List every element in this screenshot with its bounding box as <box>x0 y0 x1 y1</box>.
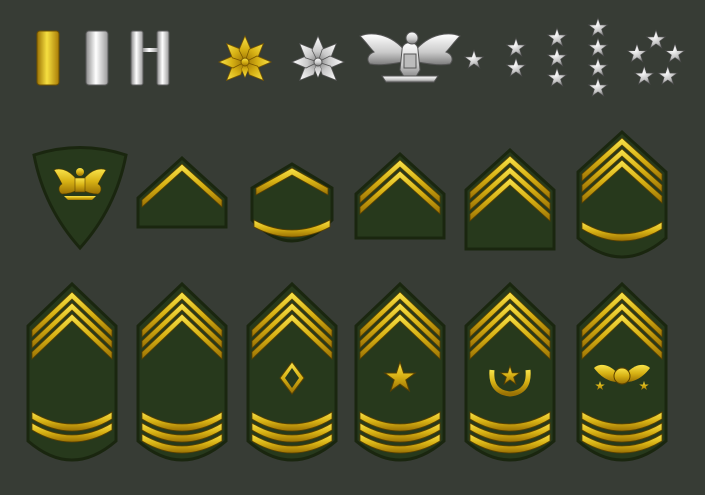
three-chevrons-three-rockers-wreath-star <box>464 281 556 462</box>
star-icon <box>646 30 665 48</box>
insignia-canvas <box>26 0 705 462</box>
three-chevrons-three-rockers-star <box>354 281 446 462</box>
star-icon <box>588 38 607 56</box>
star-icon <box>588 78 607 96</box>
single-gold-bar-icon <box>36 30 60 86</box>
one-chevron <box>136 155 228 229</box>
single-gold-bar <box>36 30 60 86</box>
two-chevrons <box>354 151 446 240</box>
three-chevrons-one-rocker <box>576 129 668 259</box>
star-icon <box>588 58 607 76</box>
star-icon <box>547 48 566 66</box>
star-icon <box>635 66 654 84</box>
one-star <box>464 50 483 68</box>
three-chevrons-three-rockers <box>136 281 228 462</box>
three-chevrons <box>464 147 556 251</box>
five-star-circle <box>627 30 684 84</box>
oak-leaf-icon <box>218 35 272 86</box>
single-silver-bar-icon <box>85 30 109 86</box>
officer-insignia-row <box>36 18 685 96</box>
one-chevron-one-rocker <box>250 162 334 243</box>
three-chevrons-two-rockers <box>26 281 118 462</box>
star-icon <box>658 66 677 84</box>
three-chevrons-three-rockers-diamond <box>246 281 338 462</box>
silver-eagle <box>359 31 461 83</box>
eagle-spec-patch <box>32 146 128 251</box>
star-icon <box>666 44 685 62</box>
three-stars <box>547 28 566 86</box>
enlisted-row-2 <box>26 281 668 462</box>
star-icon <box>588 18 607 36</box>
four-stars <box>588 18 607 96</box>
star-icon <box>547 68 566 86</box>
two-stars <box>506 38 525 76</box>
silver-oak-leaf <box>291 35 345 86</box>
enlisted-row-1 <box>32 129 668 259</box>
star-icon <box>506 38 525 56</box>
star-icon <box>506 58 525 76</box>
star-icon <box>627 44 646 62</box>
eagle-icon <box>359 31 461 83</box>
oak-leaf-icon <box>291 35 345 86</box>
double-silver-bar-icon <box>130 30 170 86</box>
gold-oak-leaf <box>218 35 272 86</box>
three-chevrons-three-rockers-eagle <box>576 281 668 462</box>
double-silver-bar <box>130 30 170 86</box>
single-silver-bar <box>85 30 109 86</box>
star-icon <box>464 50 483 68</box>
star-icon <box>547 28 566 46</box>
